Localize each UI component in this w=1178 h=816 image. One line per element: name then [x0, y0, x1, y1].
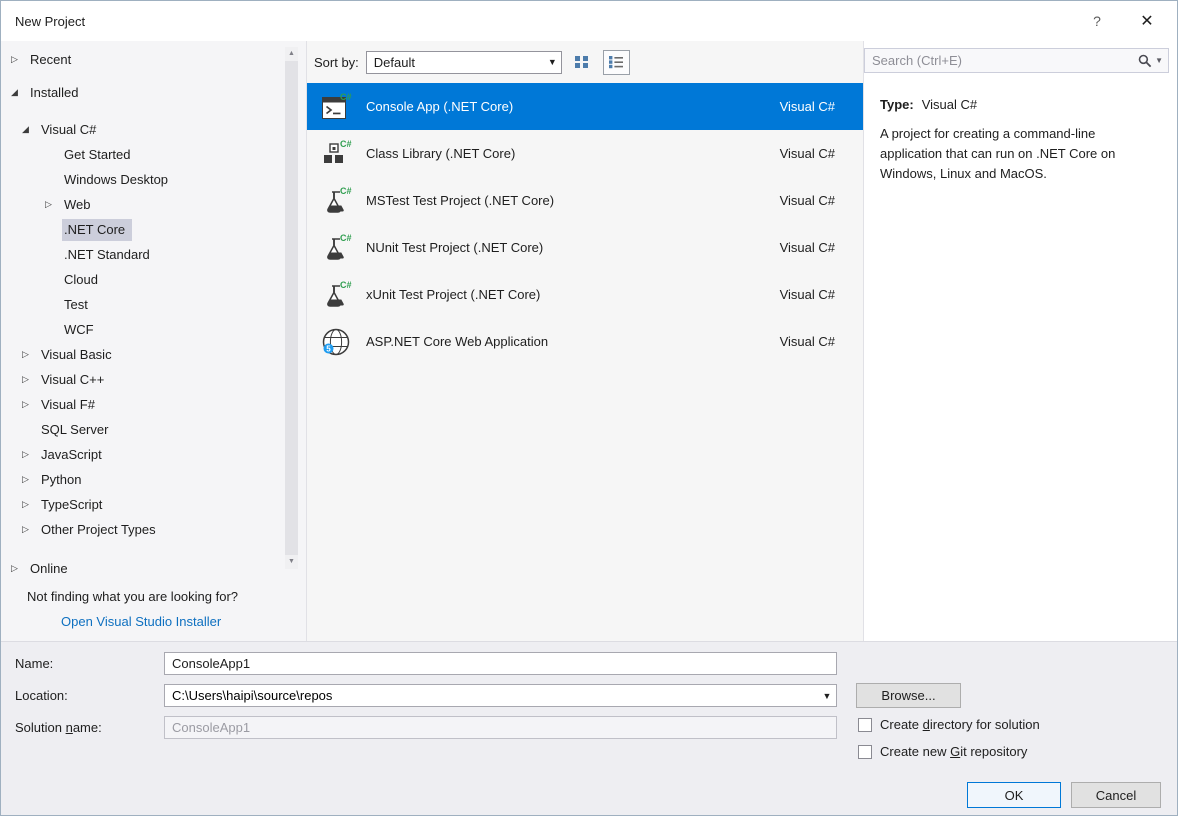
not-finding-text: Not finding what you are looking for? [27, 589, 306, 604]
chevron-right-icon[interactable] [22, 524, 39, 535]
sidebar-item-get-started[interactable]: Get Started [1, 142, 306, 167]
search-box[interactable]: ▼ [864, 48, 1169, 73]
chevron-down-icon[interactable]: ▼ [1155, 56, 1163, 65]
sidebar-item-test[interactable]: Test [1, 292, 306, 317]
sort-toolbar: Sort by: Default ▼ [307, 41, 863, 83]
sort-by-dropdown[interactable]: Default ▼ [366, 51, 562, 74]
sidebar-item-recent[interactable]: Recent [1, 47, 306, 72]
template-row-nunit[interactable]: C# NUnit Test Project (.NET Core) Visual… [307, 224, 863, 271]
open-installer-link[interactable]: Open Visual Studio Installer [61, 614, 221, 629]
search-icon[interactable] [1138, 54, 1152, 68]
sidebar-item-net-standard[interactable]: .NET Standard [1, 242, 306, 267]
sidebar-item-visual-cpp[interactable]: Visual C++ [1, 367, 306, 392]
template-list: C# Console App (.NET Core) Visual C# C# [307, 83, 863, 641]
chevron-expanded-icon[interactable] [22, 124, 39, 135]
chevron-right-icon[interactable] [11, 563, 28, 574]
svg-text:C#: C# [340, 186, 352, 196]
list-view-icon [608, 54, 624, 70]
checkbox-unchecked-icon[interactable] [858, 718, 872, 732]
template-row-console-app[interactable]: C# Console App (.NET Core) Visual C# [307, 83, 863, 130]
dialog-body: Recent Installed Visual C# Get Started W… [1, 41, 1177, 641]
tree-scrollbar[interactable]: ▲ ▼ [285, 47, 298, 569]
sidebar-item-online[interactable]: Online [1, 556, 306, 581]
template-row-aspnet-core[interactable]: 5 ASP.NET Core Web Application Visual C# [307, 318, 863, 365]
sidebar-item-sql-server[interactable]: SQL Server [1, 417, 306, 442]
svg-text:C#: C# [340, 280, 352, 290]
new-project-dialog: New Project ? ✕ Recent Installed Visual … [0, 0, 1178, 816]
sidebar-item-python[interactable]: Python [1, 467, 306, 492]
small-icons-view-button[interactable] [569, 50, 596, 75]
create-git-repo-checkbox[interactable]: Create new Git repository [858, 744, 1027, 759]
chevron-right-icon[interactable] [22, 499, 39, 510]
chevron-right-icon[interactable] [22, 399, 39, 410]
chevron-right-icon[interactable] [11, 54, 28, 65]
scroll-up-icon[interactable]: ▲ [285, 47, 298, 61]
create-directory-checkbox[interactable]: Create directory for solution [858, 717, 1040, 732]
scrollbar-thumb[interactable] [285, 61, 298, 555]
project-name-input[interactable] [164, 652, 837, 675]
solution-name-input[interactable] [164, 716, 837, 739]
sidebar-item-visual-csharp[interactable]: Visual C# [1, 117, 306, 142]
chevron-right-icon[interactable] [45, 199, 62, 210]
chevron-right-icon[interactable] [22, 349, 39, 360]
cancel-button[interactable]: Cancel [1071, 782, 1161, 808]
location-input[interactable] [165, 688, 818, 703]
sidebar-item-installed[interactable]: Installed [1, 80, 306, 105]
test-flask-icon: C# [319, 231, 353, 265]
svg-text:C#: C# [340, 139, 352, 149]
test-flask-icon: C# [319, 278, 353, 312]
sidebar-item-visual-basic[interactable]: Visual Basic [1, 342, 306, 367]
type-label: Type: [880, 97, 914, 112]
template-row-xunit[interactable]: C# xUnit Test Project (.NET Core) Visual… [307, 271, 863, 318]
sidebar-item-windows-desktop[interactable]: Windows Desktop [1, 167, 306, 192]
scroll-down-icon[interactable]: ▼ [285, 555, 298, 569]
project-settings: Name: Location: ▼ Browse... Solution nam… [1, 641, 1177, 815]
sidebar-item-javascript[interactable]: JavaScript [1, 442, 306, 467]
titlebar: New Project ? ✕ [1, 1, 1177, 41]
checkbox-unchecked-icon[interactable] [858, 745, 872, 759]
sort-by-label: Sort by: [314, 55, 359, 70]
chevron-down-icon[interactable]: ▼ [544, 57, 561, 67]
ok-button[interactable]: OK [967, 782, 1061, 808]
chevron-expanded-icon[interactable] [11, 87, 28, 98]
sidebar-item-other-project-types[interactable]: Other Project Types [1, 517, 306, 542]
window-title: New Project [15, 14, 1083, 29]
list-view-button[interactable] [603, 50, 630, 75]
search-input[interactable] [865, 53, 1138, 68]
svg-text:C#: C# [340, 92, 352, 102]
class-library-icon: C# [319, 137, 353, 171]
details-panel: ▼ Type: Visual C# A project for creating … [864, 41, 1177, 641]
sidebar-item-net-core[interactable]: .NET Core [1, 217, 306, 242]
sidebar-item-visual-fsharp[interactable]: Visual F# [1, 392, 306, 417]
template-row-class-library[interactable]: C# Class Library (.NET Core) Visual C# [307, 130, 863, 177]
browse-button[interactable]: Browse... [856, 683, 961, 708]
template-row-mstest[interactable]: C# MSTest Test Project (.NET Core) Visua… [307, 177, 863, 224]
chevron-right-icon[interactable] [22, 474, 39, 485]
sidebar-item-wcf[interactable]: WCF [1, 317, 306, 342]
sidebar-item-cloud[interactable]: Cloud [1, 267, 306, 292]
globe-icon: 5 [319, 325, 353, 359]
help-icon[interactable]: ? [1083, 13, 1111, 29]
location-label: Location: [15, 688, 68, 703]
location-combo[interactable]: ▼ [164, 684, 837, 707]
sidebar-item-typescript[interactable]: TypeScript [1, 492, 306, 517]
name-label: Name: [15, 656, 53, 671]
chevron-down-icon[interactable]: ▼ [818, 691, 836, 701]
sidebar-item-web[interactable]: Web [1, 192, 306, 217]
svg-text:5: 5 [326, 344, 331, 353]
chevron-right-icon[interactable] [22, 374, 39, 385]
console-app-icon: C# [319, 90, 353, 124]
chevron-right-icon[interactable] [22, 449, 39, 460]
category-tree: Recent Installed Visual C# Get Started W… [1, 41, 307, 641]
type-value: Visual C# [922, 97, 977, 112]
type-line: Type: Visual C# [880, 97, 1169, 112]
test-flask-icon: C# [319, 184, 353, 218]
close-icon[interactable]: ✕ [1133, 11, 1161, 31]
solution-name-label: Solution name: [15, 720, 102, 735]
template-description: A project for creating a command-line ap… [880, 124, 1151, 184]
svg-text:C#: C# [340, 233, 352, 243]
template-pane: Sort by: Default ▼ [307, 41, 864, 641]
small-icons-view-icon [574, 54, 590, 70]
